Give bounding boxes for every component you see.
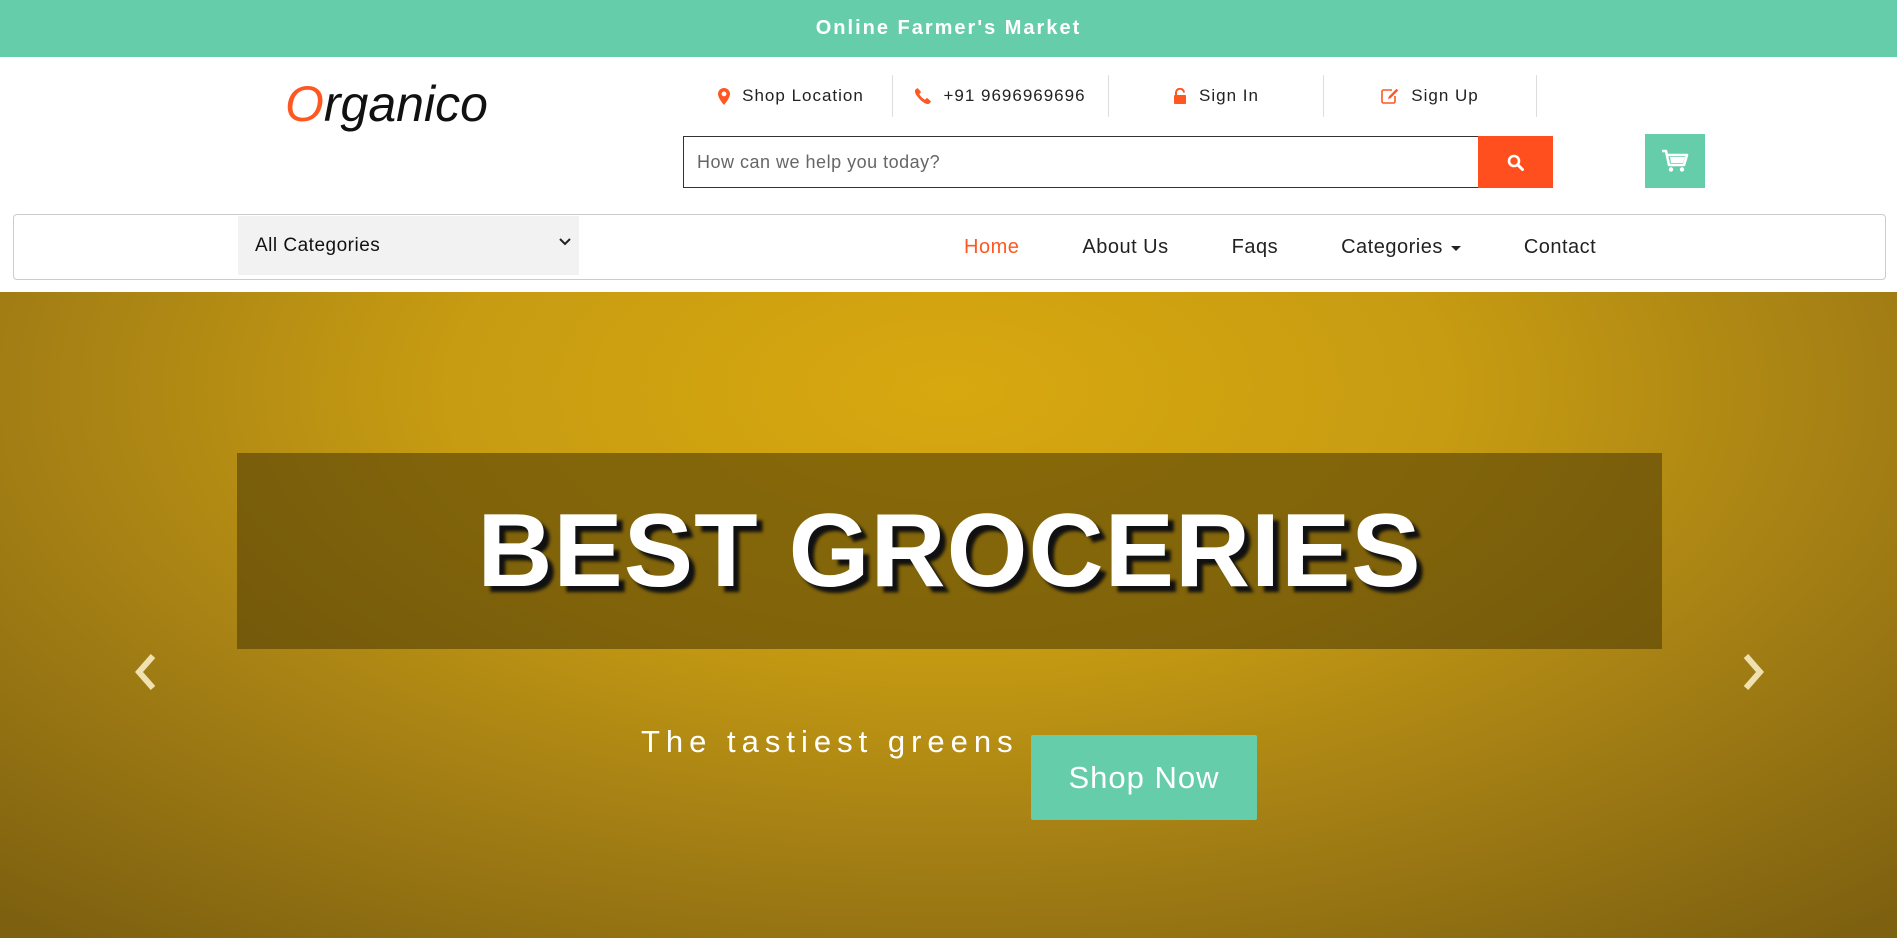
sign-up-link[interactable]: Sign Up: [1324, 75, 1537, 117]
cart-button[interactable]: [1645, 134, 1705, 188]
shopping-cart-icon: [1662, 149, 1689, 172]
search-input[interactable]: [683, 136, 1478, 188]
caret-down-icon: [1450, 245, 1461, 251]
chevron-down-icon: [559, 238, 571, 246]
shop-location-link[interactable]: Shop Location: [690, 75, 893, 117]
edit-icon: [1381, 88, 1399, 104]
sign-up-label: Sign Up: [1411, 86, 1479, 105]
map-marker-icon: [718, 87, 731, 105]
header-info-links: Shop Location +91 9696969696 Sign In Sig…: [690, 75, 1537, 117]
hero-subtitle: The tastiest greens: [641, 724, 1019, 759]
carousel-prev-button[interactable]: [131, 652, 161, 692]
sign-in-link[interactable]: Sign In: [1109, 75, 1324, 117]
nav-about-us[interactable]: About Us: [1082, 236, 1168, 259]
hero-title: BEST GROCERIES: [477, 492, 1422, 609]
phone-link[interactable]: +91 9696969696: [893, 75, 1109, 117]
logo-initial: O: [285, 76, 324, 132]
nav-contact[interactable]: Contact: [1524, 236, 1596, 259]
search-button[interactable]: [1478, 136, 1553, 188]
nav-home[interactable]: Home: [964, 236, 1019, 259]
search-icon: [1507, 154, 1524, 171]
category-select-value: All Categories: [255, 234, 381, 256]
site-header: Organico Shop Location +91 9696969696 Si…: [0, 57, 1897, 212]
main-navbar: All Categories Home About Us Faqs Catego…: [13, 214, 1886, 280]
nav-categories-label: Categories: [1341, 235, 1443, 258]
top-banner: Online Farmer's Market: [0, 0, 1897, 57]
logo-text: rganico: [323, 76, 488, 132]
phone-number: +91 9696969696: [943, 86, 1086, 105]
hero-title-box: BEST GROCERIES: [237, 453, 1662, 649]
category-select[interactable]: All Categories: [238, 216, 579, 275]
carousel-next-button[interactable]: [1738, 652, 1768, 692]
nav-categories[interactable]: Categories: [1341, 236, 1461, 259]
hero-carousel: BEST GROCERIES The tastiest greens Shop …: [0, 292, 1897, 938]
sign-in-label: Sign In: [1199, 86, 1259, 105]
site-logo[interactable]: Organico: [285, 75, 488, 133]
search-bar: [683, 136, 1553, 188]
unlock-icon: [1174, 87, 1187, 104]
nav-faqs[interactable]: Faqs: [1232, 236, 1278, 259]
shop-location-label: Shop Location: [742, 86, 864, 105]
shop-now-button[interactable]: Shop Now: [1031, 735, 1257, 820]
chevron-right-icon: [1743, 654, 1764, 690]
chevron-left-icon: [135, 654, 156, 690]
nav-links: Home About Us Faqs Categories Contact: [964, 215, 1659, 279]
phone-icon: [915, 88, 932, 104]
banner-title: Online Farmer's Market: [815, 17, 1082, 39]
